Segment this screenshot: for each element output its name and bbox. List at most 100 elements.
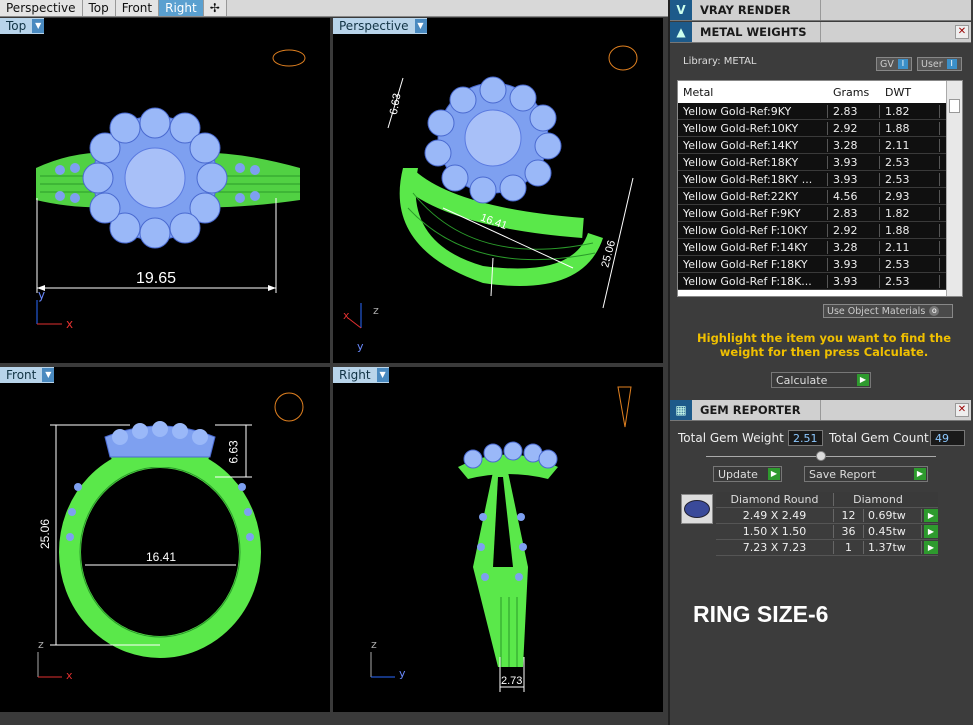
- metal-cell: 2.93: [880, 189, 940, 203]
- metal-cell: 1.88: [880, 121, 940, 135]
- metal-weights-title: METAL WEIGHTS: [700, 25, 807, 39]
- viewport-right[interactable]: Right ▼ 2.73 z y: [333, 367, 663, 712]
- update-button[interactable]: Update ▶: [713, 466, 782, 482]
- axis-x-label: x: [66, 317, 74, 331]
- axis-x-label: x: [343, 309, 350, 322]
- metal-cell: 3.28: [828, 138, 880, 152]
- metal-table-row[interactable]: Yellow Gold-Ref:18KY ... 3.93 2.53: [678, 171, 962, 188]
- header-separator: [820, 0, 821, 20]
- calculate-hint-text: Highlight the item you want to find the …: [697, 331, 951, 359]
- metal-table-row[interactable]: Yellow Gold-Ref:9KY 2.83 1.82: [678, 103, 962, 120]
- vray-render-title: VRAY RENDER: [700, 3, 791, 17]
- metal-table-row[interactable]: Yellow Gold-Ref F:14KY 3.28 2.11: [678, 239, 962, 256]
- gem-slider-thumb[interactable]: [816, 451, 826, 461]
- pyramid-icon: ▲: [670, 22, 692, 42]
- dropdown-arrow-icon[interactable]: ▼: [42, 368, 55, 382]
- metal-table-row[interactable]: Yellow Gold-Ref:18KY 3.93 2.53: [678, 154, 962, 171]
- round-diamond-icon: [681, 494, 713, 524]
- gem-cell: 1.50 X 1.50: [716, 525, 834, 538]
- gem-cell: 1: [834, 541, 864, 554]
- metal-cell: Yellow Gold-Ref F:14KY: [678, 240, 828, 254]
- tab-right[interactable]: Right: [159, 0, 204, 16]
- metal-cell: 3.28: [828, 240, 880, 254]
- metal-cell: Yellow Gold-Ref:14KY: [678, 138, 828, 152]
- dropdown-arrow-icon[interactable]: ▼: [376, 368, 389, 382]
- gem-cell: 0.69tw: [864, 509, 922, 522]
- perspective-ring-drawing: [347, 45, 638, 329]
- metal-cell: 2.11: [880, 240, 940, 254]
- metal-table-row[interactable]: Yellow Gold-Ref:14KY 3.28 2.11: [678, 137, 962, 154]
- gem-table-row[interactable]: 2.49 X 2.49 12 0.69tw ▶: [716, 508, 938, 524]
- viewport-label-right[interactable]: Right ▼: [333, 367, 389, 383]
- metal-cell: 3.93: [828, 257, 880, 271]
- metal-table-row[interactable]: Yellow Gold-Ref F:9KY 2.83 1.82: [678, 205, 962, 222]
- gv-toggle[interactable]: GV I: [876, 57, 912, 71]
- select-arrow-icon[interactable]: ▶: [924, 525, 938, 538]
- gem-reporter-header[interactable]: ▦ GEM REPORTER ✕: [670, 400, 971, 421]
- close-icon[interactable]: ✕: [955, 403, 969, 417]
- metal-table-row[interactable]: Yellow Gold-Ref F:10KY 2.92 1.88: [678, 222, 962, 239]
- ring-size-caption: RING SIZE-6: [693, 601, 829, 627]
- metal-weights-header[interactable]: ▲ METAL WEIGHTS ✕: [670, 22, 971, 43]
- total-gem-weight-field: 2.51: [788, 430, 823, 446]
- gem-cell: 2.49 X 2.49: [716, 509, 834, 522]
- gem-table: Diamond Round Diamond 2.49 X 2.49 12 0.69t…: [716, 492, 938, 556]
- viewport-label-front[interactable]: Front ▼: [0, 367, 55, 383]
- tab-perspective[interactable]: Perspective: [0, 0, 83, 16]
- close-icon[interactable]: ✕: [955, 25, 969, 39]
- axis-z-label: z: [38, 638, 44, 651]
- select-arrow-icon[interactable]: ▶: [924, 541, 938, 554]
- gem-table-row[interactable]: 1.50 X 1.50 36 0.45tw ▶: [716, 524, 938, 540]
- header-separator: [820, 22, 821, 42]
- front-head-dimension: 6.63: [226, 440, 241, 464]
- metal-table-body: Yellow Gold-Ref:9KY 2.83 1.82 Yellow Gold-R…: [678, 103, 962, 290]
- gem-table-row[interactable]: 7.23 X 7.23 1 1.37tw ▶: [716, 540, 938, 556]
- right-shank-dimension: 2.73: [501, 675, 523, 687]
- metal-cell: 4.56: [828, 189, 880, 203]
- metal-cell: 2.92: [828, 223, 880, 237]
- viewport-top[interactable]: Top ▼ 19.65 y x: [0, 18, 330, 363]
- axis-y-label: y: [38, 288, 46, 302]
- tab-top[interactable]: Top: [82, 0, 116, 16]
- viewport-label-top[interactable]: Top ▼: [0, 18, 45, 34]
- metal-cell: 2.53: [880, 274, 940, 288]
- scrollbar-thumb[interactable]: [949, 99, 960, 113]
- metal-table-row[interactable]: Yellow Gold-Ref:10KY 2.92 1.88: [678, 120, 962, 137]
- save-report-button[interactable]: Save Report ▶: [804, 466, 928, 482]
- metal-table-scrollbar[interactable]: [946, 81, 962, 296]
- metal-cell: 2.83: [828, 206, 880, 220]
- metal-cell: Yellow Gold-Ref:9KY: [678, 104, 828, 118]
- viewport-perspective[interactable]: Perspective ▼ 6.63 16.41 25.06 z x y: [333, 18, 663, 363]
- viewport-front[interactable]: Front ▼ 25.06 16.41 6.63 z x: [0, 367, 330, 712]
- metal-cell: Yellow Gold-Ref:22KY: [678, 189, 828, 203]
- metal-cell: Yellow Gold-Ref:18KY: [678, 155, 828, 169]
- axis-x-label: x: [66, 669, 73, 682]
- right-view-ring-drawing: [370, 386, 632, 692]
- header-separator: [820, 400, 821, 420]
- column-header-grams[interactable]: Grams: [828, 86, 880, 99]
- gem-cell: 7.23 X 7.23: [716, 541, 834, 554]
- vray-render-header[interactable]: V VRAY RENDER: [670, 0, 971, 21]
- play-arrow-icon: ▶: [914, 468, 926, 480]
- user-toggle[interactable]: User I: [917, 57, 962, 71]
- column-header-dwt[interactable]: DWT: [880, 86, 940, 99]
- top-view-ring-drawing: [36, 49, 306, 325]
- column-header-diamond: Diamond: [853, 493, 903, 506]
- add-tab-icon[interactable]: ✢: [203, 0, 227, 16]
- tab-front[interactable]: Front: [115, 0, 160, 16]
- dropdown-arrow-icon[interactable]: ▼: [32, 19, 45, 33]
- metal-table-row[interactable]: Yellow Gold-Ref F:18K... 3.93 2.53: [678, 273, 962, 290]
- calculate-button[interactable]: Calculate ▶: [771, 372, 871, 388]
- dropdown-arrow-icon[interactable]: ▼: [414, 19, 427, 33]
- column-header-metal[interactable]: Metal: [678, 86, 828, 99]
- metal-table-row[interactable]: Yellow Gold-Ref:22KY 4.56 2.93: [678, 188, 962, 205]
- metal-cell: 3.93: [828, 172, 880, 186]
- metal-cell: 3.93: [828, 155, 880, 169]
- use-object-materials-toggle[interactable]: Use Object Materials o: [823, 304, 953, 318]
- metal-table-row[interactable]: Yellow Gold-Ref F:18KY 3.93 2.53: [678, 256, 962, 273]
- gem-cell: 36: [834, 525, 864, 538]
- viewport-label-perspective[interactable]: Perspective ▼: [333, 18, 427, 34]
- select-arrow-icon[interactable]: ▶: [924, 509, 938, 522]
- top-width-dimension: 19.65: [136, 270, 177, 287]
- metal-cell: 1.82: [880, 206, 940, 220]
